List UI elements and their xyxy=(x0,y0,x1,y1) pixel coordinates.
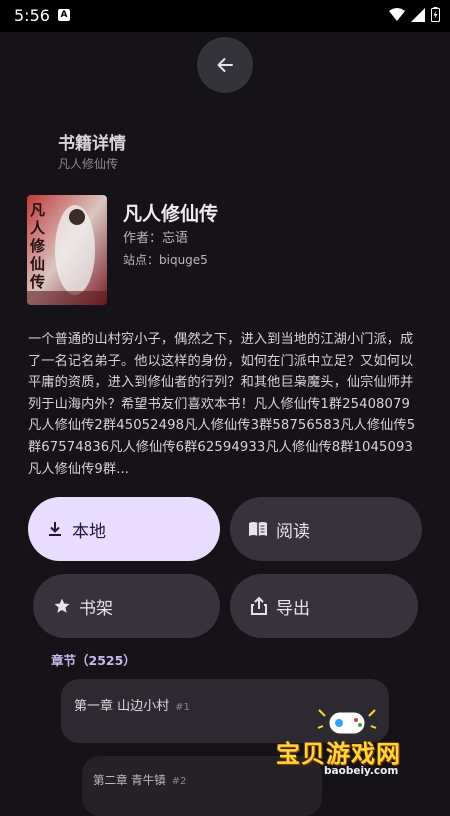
shelf-button[interactable]: 书架 xyxy=(33,574,220,638)
book-author[interactable]: 作者：忘语 xyxy=(123,227,188,246)
page-title: 书籍详情 xyxy=(58,134,126,154)
chapter-index: #1 xyxy=(175,702,190,713)
book-open-icon xyxy=(248,520,268,538)
chapter-title: 第二章 青牛镇 xyxy=(93,773,166,787)
arrow-back-icon xyxy=(217,58,233,72)
local-button[interactable]: 本地 xyxy=(28,497,220,561)
cover-title: 凡人修仙传 xyxy=(30,201,46,291)
status-bar: 5:56 A xyxy=(0,0,450,32)
watermark-url: baobeiy.com xyxy=(324,765,399,777)
watermark-text: 宝贝游戏网 xyxy=(276,740,401,768)
notification-icon: A xyxy=(58,9,70,21)
share-icon xyxy=(250,596,268,616)
book-site: 站点：biquge5 xyxy=(123,253,208,267)
watermark: 宝贝游戏网 baobeiy.com xyxy=(272,704,422,784)
chapter-count-header: 章节（2525） xyxy=(51,653,136,668)
export-button-label: 导出 xyxy=(276,598,310,619)
download-icon xyxy=(46,520,64,538)
shelf-button-label: 书架 xyxy=(79,598,113,619)
read-button-label: 阅读 xyxy=(276,521,310,542)
star-icon xyxy=(53,597,71,615)
book-title: 凡人修仙传 xyxy=(123,203,219,225)
book-intro[interactable]: 一个普通的山村穷小子，偶然之下，进入到当地的江湖小门派，成了一名记名弟子。他以这… xyxy=(28,329,422,480)
page-subtitle: 凡人修仙传 xyxy=(58,157,119,171)
local-button-label: 本地 xyxy=(72,521,106,542)
status-time: 5:56 xyxy=(14,6,50,25)
battery-icon xyxy=(431,7,440,22)
book-cover[interactable]: 凡人修仙传 xyxy=(27,195,107,305)
chapter-title: 第一章 山边小村 xyxy=(74,699,170,714)
status-icons xyxy=(389,7,440,22)
signal-icon xyxy=(411,7,425,22)
gamepad-logo-icon xyxy=(317,709,377,735)
export-button[interactable]: 导出 xyxy=(230,574,418,638)
chapter-index: #2 xyxy=(171,776,187,787)
back-button[interactable] xyxy=(197,37,253,93)
wifi-icon xyxy=(389,7,405,21)
read-button[interactable]: 阅读 xyxy=(230,497,422,561)
